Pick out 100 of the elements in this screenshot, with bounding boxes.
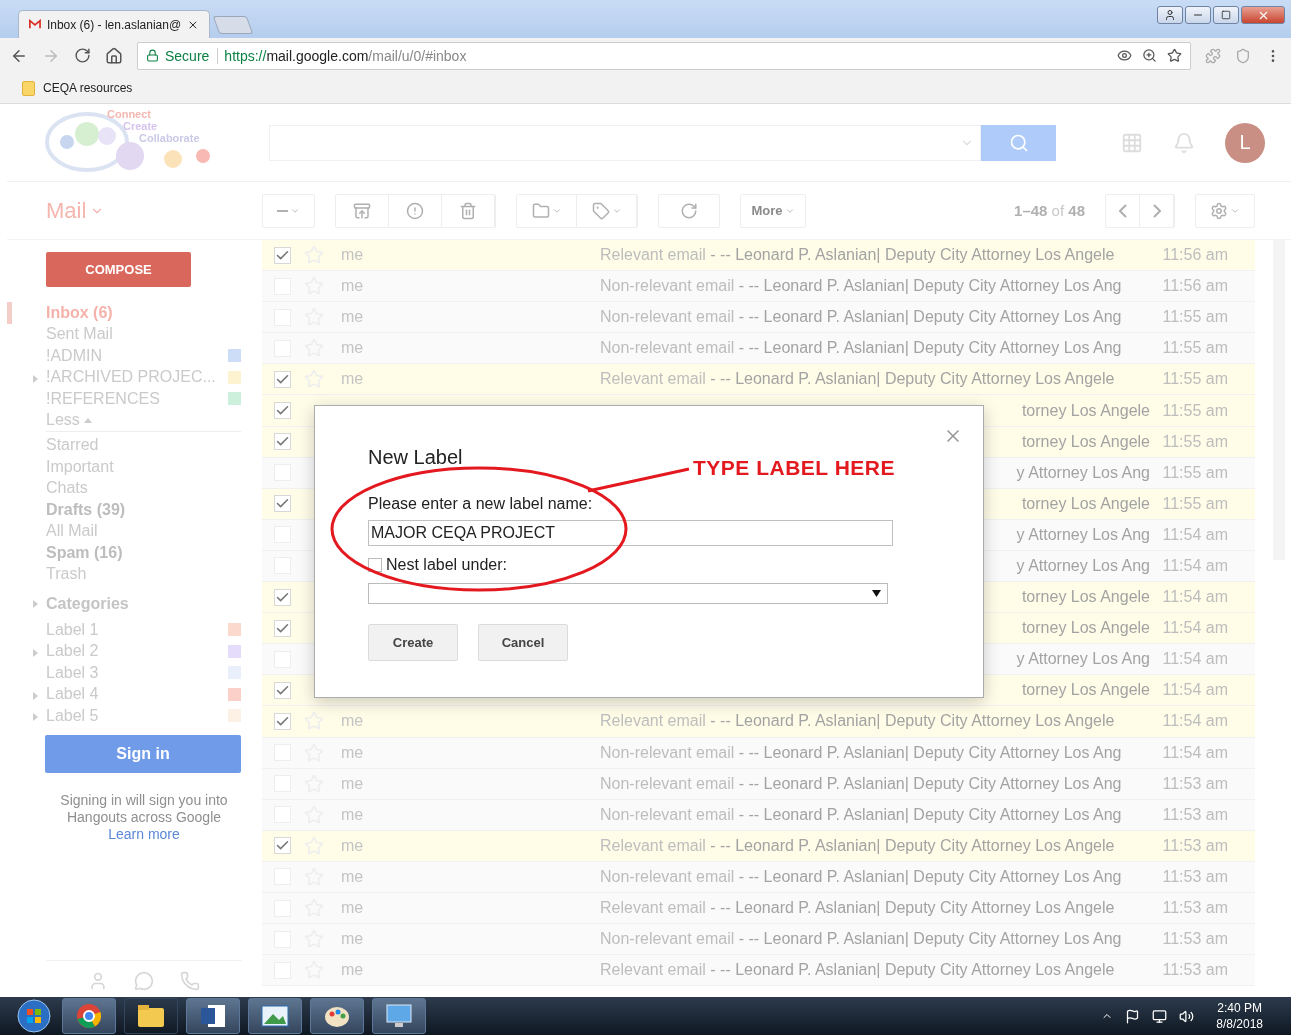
paint-taskbar-button[interactable] xyxy=(310,998,364,1034)
email-subject-snippet[interactable]: Relevant email - -- Leonard P. Aslanian| Deputy City Attorney Los Angele xyxy=(600,712,1115,731)
clock[interactable]: 2:40 PM 8/8/2018 xyxy=(1216,1000,1263,1032)
folder-link[interactable]: Drafts (39) xyxy=(46,499,241,521)
row-checkbox[interactable] xyxy=(274,588,291,606)
volume-icon[interactable] xyxy=(1179,1008,1195,1024)
row-checkbox[interactable] xyxy=(274,433,291,451)
row-checkbox[interactable] xyxy=(274,619,291,637)
explorer-taskbar-button[interactable] xyxy=(124,998,178,1034)
person-icon xyxy=(1164,9,1176,21)
email-time: 11:55 am xyxy=(1162,308,1228,327)
trash-icon xyxy=(459,201,477,220)
email-subject-snippet[interactable]: Relevant email - -- Leonard P. Aslanian| Deputy City Attorney Los Angele xyxy=(600,836,1115,855)
email-subject-snippet[interactable]: Relevant email - -- Leonard P. Aslanian| Deputy City Attorney Los Angele xyxy=(600,246,1115,265)
search-button[interactable] xyxy=(981,124,1056,161)
contacts-icon[interactable] xyxy=(88,971,108,991)
close-window-button[interactable] xyxy=(1241,6,1285,24)
folder-link[interactable]: Spam (16) xyxy=(46,542,241,564)
nest-label-text: Nest label under: xyxy=(386,556,507,574)
network-icon[interactable] xyxy=(1152,1008,1168,1024)
row-checkbox[interactable] xyxy=(274,495,291,513)
email-subject-snippet[interactable]: Non-relevant email - -- Leonard P. Aslanian| Deputy City Attorney Los Ang xyxy=(600,339,1122,358)
control-panel-taskbar-button[interactable] xyxy=(372,998,426,1034)
extension-icon[interactable] xyxy=(1205,47,1221,64)
email-subject-snippet[interactable]: Non-relevant email - -- Leonard P. Aslanian| Deputy City Attorney Los Ang xyxy=(600,277,1122,296)
chevron-left-icon xyxy=(1118,203,1127,218)
cancel-button[interactable]: Cancel xyxy=(478,624,568,661)
archive-icon xyxy=(353,201,371,220)
mail-menu[interactable]: Mail xyxy=(7,182,262,240)
word-taskbar-button[interactable] xyxy=(186,998,240,1034)
minimize-button[interactable] xyxy=(1185,6,1211,24)
email-time: 11:53 am xyxy=(1162,805,1228,824)
browser-tab[interactable]: Inbox (6) - len.aslanian@ xyxy=(18,10,210,38)
expand-triangle-icon[interactable] xyxy=(33,713,38,721)
label-name-input[interactable]: MAJOR CEQA PROJECT xyxy=(368,520,893,546)
email-subject-snippet[interactable]: Non-relevant email - -- Leonard P. Aslanian| Deputy City Attorney Los Ang xyxy=(600,308,1122,327)
maximize-button[interactable] xyxy=(1213,6,1239,24)
picture-icon xyxy=(261,1004,289,1028)
reload-icon[interactable] xyxy=(74,47,91,64)
compose-button[interactable]: COMPOSE xyxy=(46,252,191,287)
email-time: 11:53 am xyxy=(1162,774,1228,793)
categories-link[interactable]: Categories xyxy=(46,595,129,613)
row-checkbox[interactable] xyxy=(274,681,291,699)
folder-link[interactable]: Inbox (6) xyxy=(46,302,241,324)
expand-triangle-icon[interactable] xyxy=(33,374,38,383)
parent-label-select[interactable] xyxy=(368,583,888,604)
email-subject-snippet[interactable]: Relevant email - -- Leonard P. Aslanian| Deputy City Attorney Los Angele xyxy=(600,899,1115,917)
picture-taskbar-button[interactable] xyxy=(248,998,302,1034)
selected-indicator xyxy=(7,301,12,324)
email-time: 11:53 am xyxy=(1162,899,1228,917)
row-checkbox[interactable] xyxy=(274,402,291,419)
email-subject-snippet[interactable]: Relevant email - -- Leonard P. Aslanian| Deputy City Attorney Los Angele xyxy=(600,370,1115,389)
flag-icon[interactable] xyxy=(1125,1008,1141,1024)
row-checkbox[interactable] xyxy=(274,370,291,388)
row-checkbox[interactable] xyxy=(274,246,291,264)
zoom-icon[interactable] xyxy=(1142,48,1157,63)
bookmark-star-icon[interactable] xyxy=(1167,48,1182,63)
email-subject-snippet[interactable]: Non-relevant email - -- Leonard P. Aslanian| Deputy City Attorney Los Ang xyxy=(600,930,1122,949)
apps-icon[interactable] xyxy=(1121,131,1143,154)
email-time: 11:55 am xyxy=(1162,401,1228,420)
search-field[interactable] xyxy=(269,124,981,161)
expand-triangle-icon[interactable] xyxy=(33,600,38,608)
account-avatar[interactable]: L xyxy=(1225,122,1265,163)
email-subject-snippet[interactable]: Relevant email - -- Leonard P. Aslanian| Deputy City Attorney Los Angele xyxy=(600,961,1115,980)
phone-icon[interactable] xyxy=(180,971,200,991)
bookmark-link[interactable]: CEQA resources xyxy=(43,81,133,95)
eye-icon[interactable] xyxy=(1117,48,1132,63)
home-icon[interactable] xyxy=(105,46,123,65)
chevron-right-icon xyxy=(1152,203,1161,218)
email-time: 11:54 am xyxy=(1162,525,1228,544)
maximize-icon xyxy=(1221,10,1231,20)
row-checkbox[interactable] xyxy=(274,837,291,855)
create-button[interactable]: Create xyxy=(368,624,458,661)
notifications-icon[interactable] xyxy=(1173,131,1195,154)
new-tab-button[interactable] xyxy=(212,16,254,34)
chrome-taskbar-button[interactable] xyxy=(62,998,116,1034)
hangouts-icon[interactable] xyxy=(134,971,154,991)
email-time: 11:55 am xyxy=(1162,339,1228,358)
email-subject-snippet[interactable]: Non-relevant email - -- Leonard P. Aslanian| Deputy City Attorney Los Ang xyxy=(600,774,1122,793)
shield-icon[interactable] xyxy=(1235,47,1251,64)
select-button[interactable] xyxy=(262,193,315,228)
settings-button[interactable] xyxy=(1195,193,1255,228)
more-button[interactable]: More xyxy=(740,193,806,228)
annotation-text: TYPE LABEL HERE xyxy=(693,456,895,480)
expand-triangle-icon[interactable] xyxy=(33,648,38,657)
learn-more-link[interactable]: Learn more xyxy=(46,825,242,843)
email-subject-snippet[interactable]: Non-relevant email - -- Leonard P. Aslanian| Deputy City Attorney Los Ang xyxy=(600,743,1122,762)
refresh-button[interactable] xyxy=(658,193,720,228)
url-text: https://mail.google.com/mail/u/0/#inbox xyxy=(224,47,467,64)
email-subject-snippet[interactable]: Non-relevant email - -- Leonard P. Aslanian| Deputy City Attorney Los Ang xyxy=(600,805,1122,824)
email-time: 11:54 am xyxy=(1162,681,1228,700)
row-checkbox[interactable] xyxy=(274,712,291,730)
user-button[interactable] xyxy=(1157,6,1183,24)
email-time: 11:55 am xyxy=(1162,370,1228,389)
expand-triangle-icon[interactable] xyxy=(33,691,38,700)
sign-in-button[interactable]: Sign in xyxy=(45,734,241,773)
start-button-icon[interactable] xyxy=(14,998,54,1034)
email-subject-snippet[interactable]: Non-relevant email - -- Leonard P. Aslanian| Deputy City Attorney Los Ang xyxy=(600,867,1122,886)
email-time: 11:54 am xyxy=(1162,712,1228,731)
address-bar[interactable]: Secure https://mail.google.com/mail/u/0/#inbox xyxy=(137,41,1191,70)
